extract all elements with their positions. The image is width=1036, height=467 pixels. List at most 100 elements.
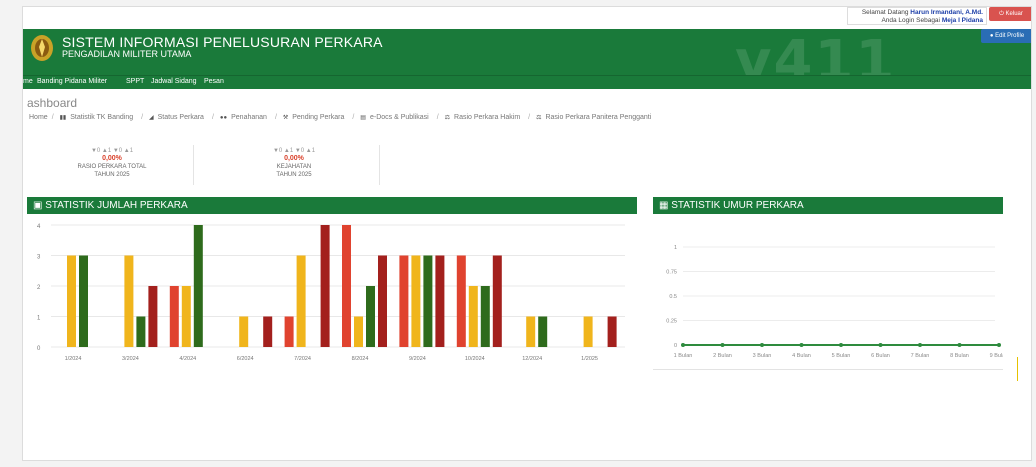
- breadcrumb-status[interactable]: ◢ Status Perkara: [149, 114, 208, 121]
- stat-year: TAHUN 2025: [276, 172, 312, 178]
- chart-icon: ▣: [33, 200, 46, 211]
- breadcrumb: Home / ▮▮ Statistik TK Banding / ◢ Status Pe…: [29, 114, 659, 121]
- y-tick-label: 0: [37, 346, 41, 352]
- bar: [435, 255, 445, 347]
- edit-profile-button[interactable]: ● Edit Profile: [981, 29, 1031, 43]
- stat-year: TAHUN 2025: [94, 172, 130, 178]
- document-icon: ▤: [360, 115, 366, 121]
- bar: [354, 316, 363, 347]
- breadcrumb-rasio-hakim[interactable]: ⚖ Rasio Perkara Hakim: [445, 114, 525, 121]
- data-point: [760, 343, 764, 347]
- scroll-marker: [1017, 357, 1020, 381]
- x-tick-label: 8/2024: [352, 356, 369, 362]
- bar: [193, 225, 203, 347]
- institution-logo: [31, 35, 53, 61]
- bar: [124, 255, 134, 347]
- gavel-icon: ⚒: [282, 115, 289, 121]
- bar: [169, 286, 179, 347]
- data-point: [839, 343, 843, 347]
- stat-kejahatan: ▼0 ▲1 ▼0 ▲1 0,00% KEJAHATAN TAHUN 2025: [215, 147, 373, 179]
- x-tick-label: 9 Bulan: [990, 353, 1003, 359]
- bar: [607, 316, 617, 347]
- bar: [239, 316, 249, 347]
- scale-icon: ⚖: [536, 115, 542, 121]
- stat-arrows: ▼0 ▲1 ▼0 ▲1: [90, 148, 134, 154]
- data-point: [799, 343, 804, 347]
- x-tick-label: 4/2024: [179, 356, 196, 362]
- app-header: SISTEM INFORMASI PENELUSURAN PERKARA PEN…: [23, 29, 1031, 94]
- main-nav: me Banding Pidana Militer SPPT Jadwal Si…: [23, 75, 1031, 89]
- bar: [492, 255, 502, 347]
- users-icon: ●●: [219, 115, 228, 121]
- bar: [263, 316, 273, 347]
- breadcrumb-statistik[interactable]: ▮▮ Statistik TK Banding: [60, 114, 138, 121]
- data-point: [957, 343, 962, 347]
- x-tick-label: 6 Bulan: [871, 353, 890, 359]
- x-tick-label: 1/2024: [65, 356, 82, 362]
- stat-arrows: ▼0 ▲1 ▼0 ▲1: [272, 148, 316, 154]
- x-tick-label: 9/2024: [409, 356, 426, 362]
- nav-item-pesan[interactable]: Pesan: [204, 78, 224, 85]
- x-tick-label: 1/2025: [581, 356, 598, 362]
- area-chart-icon: ◢: [149, 115, 154, 121]
- logout-button[interactable]: ⏻ Keluar: [989, 7, 1031, 21]
- jumlah-perkara-chart: 0 1 2 3 4 1/2024 3/2024 4/2024 6/2024 7/2024 8/202…: [37, 224, 625, 362]
- breadcrumb-pending[interactable]: ⚒ Pending Perkara: [283, 114, 349, 121]
- user-name[interactable]: Harun Irmandani, A.Md.: [910, 9, 983, 16]
- y-tick-label: 0: [674, 343, 677, 349]
- stat-percentage: 0,00%: [284, 155, 304, 162]
- x-tick-label: 2 Bulan: [713, 353, 732, 359]
- edit-profile-label: Edit Profile: [995, 33, 1025, 39]
- x-tick-label: 7 Bulan: [911, 353, 930, 359]
- bar: [399, 255, 409, 347]
- scale-icon: ⚖: [444, 115, 451, 121]
- login-as-text: Anda Login Sebagai: [881, 17, 940, 24]
- panel-bottom-border: [653, 369, 1003, 370]
- bar: [284, 316, 294, 347]
- nav-item-jadwal-sidang[interactable]: Jadwal Sidang: [151, 78, 197, 85]
- bar: [423, 255, 433, 347]
- data-point: [997, 343, 1001, 347]
- x-tick-label: 1 Bulan: [674, 353, 693, 359]
- browser-page: SISTEM INFORMASI PENELUSURAN PERKARA PEN…: [22, 6, 1032, 461]
- bar: [366, 286, 375, 347]
- y-tick-label: 0.25: [666, 319, 677, 325]
- app-title: SISTEM INFORMASI PENELUSURAN PERKARA: [62, 34, 383, 50]
- x-tick-label: 3 Bulan: [753, 353, 772, 359]
- x-tick-label: 5 Bulan: [832, 353, 851, 359]
- y-tick-label: 0.5: [669, 294, 677, 300]
- bar: [181, 286, 191, 347]
- page-title: ashboard: [27, 96, 78, 110]
- stat-divider: [379, 145, 380, 185]
- bar: [468, 286, 478, 347]
- stat-rasio-total: ▼0 ▲1 ▼0 ▲1 0,00% RASIO PERKARA TOTAL TA…: [33, 147, 191, 179]
- breadcrumb-penahanan[interactable]: ●● Penahanan: [220, 114, 271, 121]
- bar: [148, 286, 158, 347]
- x-tick-label: 7/2024: [294, 356, 311, 362]
- breadcrumb-edocs[interactable]: ▤ e-Docs & Publikasi: [360, 114, 432, 121]
- greeting-text: Selamat Datang: [861, 9, 909, 16]
- bar: [411, 255, 421, 347]
- breadcrumb-home[interactable]: Home: [29, 114, 48, 121]
- screen: SISTEM INFORMASI PENELUSURAN PERKARA PEN…: [0, 0, 1036, 467]
- stat-divider: [193, 145, 194, 185]
- y-tick-label: 2: [37, 285, 41, 291]
- bar: [378, 255, 387, 347]
- bar: [480, 286, 490, 347]
- bar: [136, 316, 146, 347]
- y-tick-label: 3: [37, 255, 41, 261]
- user-info-box: Selamat Datang Harun Irmandani, A.Md. An…: [847, 7, 987, 25]
- nav-item-sppt[interactable]: SPPT: [126, 78, 144, 85]
- bar: [67, 255, 76, 347]
- data-point: [681, 343, 685, 347]
- nav-item-home[interactable]: me: [23, 78, 33, 85]
- bar: [79, 255, 88, 347]
- y-tick-label: 1: [37, 316, 41, 322]
- y-tick-label: 4: [37, 224, 41, 230]
- nav-item-banding[interactable]: Banding Pidana Militer: [37, 78, 107, 85]
- breadcrumb-rasio-panitera[interactable]: ⚖ Rasio Perkara Panitera Pengganti: [536, 114, 655, 121]
- panel-jumlah-perkara-header: ▣ STATISTIK JUMLAH PERKARA: [27, 197, 637, 214]
- x-tick-label: 4 Bulan: [792, 353, 811, 359]
- panel-title: STATISTIK JUMLAH PERKARA: [45, 200, 188, 211]
- bar: [296, 255, 306, 347]
